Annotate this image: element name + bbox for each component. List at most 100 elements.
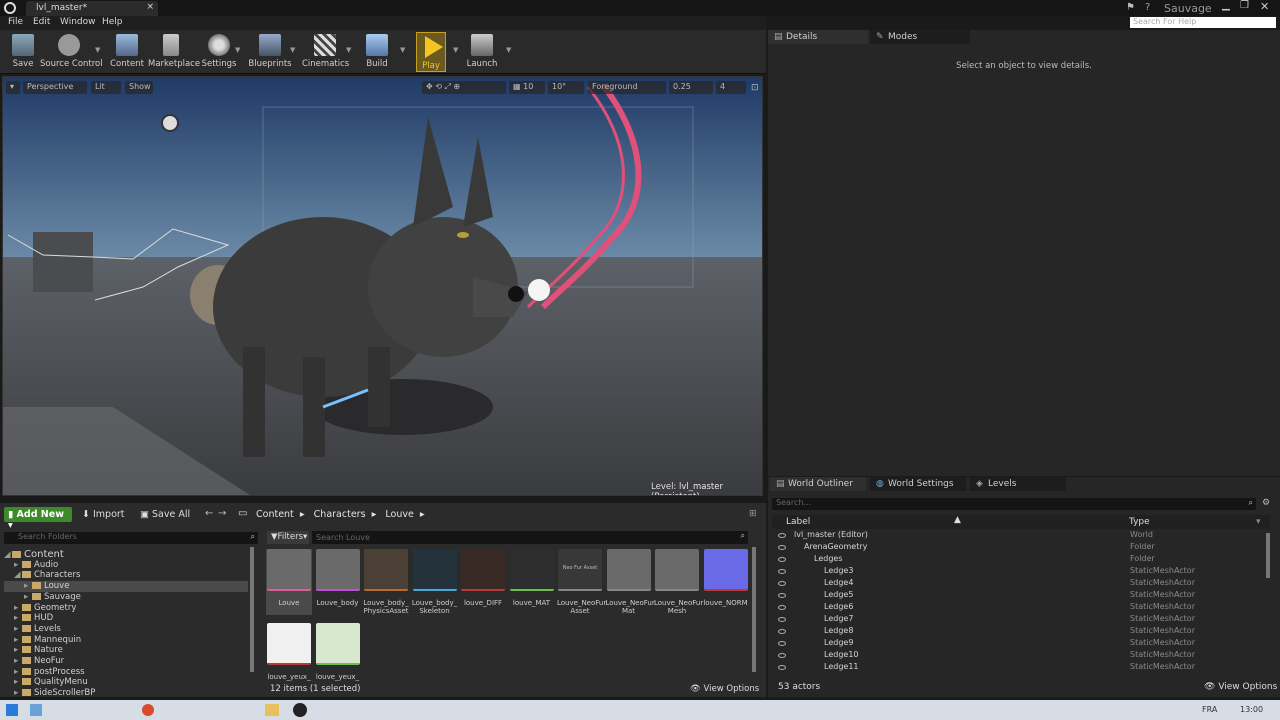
outliner-scrollbar[interactable] bbox=[1266, 533, 1270, 578]
outliner-row[interactable]: Ledge8 StaticMeshActor bbox=[772, 626, 1270, 638]
visibility-eye-icon[interactable] bbox=[778, 653, 786, 658]
outliner-row[interactable]: Ledge3 StaticMeshActor bbox=[772, 566, 1270, 578]
asset-tile[interactable]: louve_yeux_ bbox=[315, 623, 361, 689]
outliner-row[interactable]: Ledge6 StaticMeshActor bbox=[772, 602, 1270, 614]
visibility-eye-icon[interactable] bbox=[778, 569, 786, 574]
save-all-button[interactable]: ▣ Save All bbox=[140, 509, 190, 520]
folder-item[interactable]: ◢ Characters bbox=[4, 570, 248, 581]
folder-item[interactable]: ▸ SideScrollerBP bbox=[4, 688, 248, 697]
cinematics-button[interactable]: Cinematics bbox=[302, 32, 349, 72]
asset-tile[interactable]: Louve_body bbox=[315, 549, 361, 615]
visibility-eye-icon[interactable] bbox=[778, 533, 786, 538]
play-button[interactable]: Play bbox=[416, 32, 446, 72]
cinematics-dropdown-icon[interactable]: ▼ bbox=[346, 46, 351, 54]
visibility-eye-icon[interactable] bbox=[778, 617, 786, 622]
column-label[interactable]: Label bbox=[786, 517, 810, 527]
back-arrow-icon[interactable]: ← bbox=[205, 508, 213, 519]
outliner-row[interactable]: Ledge9 StaticMeshActor bbox=[772, 638, 1270, 650]
expanded-arrow-icon[interactable]: ◢ bbox=[14, 570, 22, 580]
tab-world-settings[interactable]: ◍ World Settings bbox=[870, 477, 966, 491]
tab-details[interactable]: ▤ Details bbox=[768, 30, 868, 44]
outliner-search-input[interactable]: Search... ⌕ bbox=[772, 498, 1256, 510]
viewport-scene[interactable] bbox=[3, 77, 763, 496]
help-search-input[interactable]: Search For Help bbox=[1130, 17, 1276, 28]
breadcrumb-characters[interactable]: Characters bbox=[314, 509, 366, 520]
tray-lang[interactable]: FRA bbox=[1202, 705, 1217, 714]
collapsed-arrow-icon[interactable]: ▸ bbox=[24, 581, 32, 591]
transform-tools[interactable]: ✥ ⟲ ⤢ ⊕ bbox=[422, 81, 506, 94]
grid-snap-button[interactable]: ▦ 10 bbox=[509, 81, 545, 94]
maximize-button[interactable]: ❐ bbox=[1240, 0, 1249, 11]
asset-tile[interactable]: louve_yeux_ bbox=[266, 623, 312, 689]
blueprints-dropdown-icon[interactable]: ▼ bbox=[290, 46, 295, 54]
folder-scrollbar[interactable] bbox=[250, 547, 254, 672]
expanded-arrow-icon[interactable]: ◢ bbox=[4, 550, 12, 560]
folder-item[interactable]: ▸ Sauvage bbox=[4, 592, 248, 603]
notification-icon[interactable]: ⚑ bbox=[1126, 2, 1135, 13]
blueprints-button[interactable]: Blueprints bbox=[247, 32, 293, 72]
folder-item[interactable]: ▸ Mannequin bbox=[4, 635, 248, 646]
source-control-button[interactable]: Source Control bbox=[40, 32, 103, 72]
minimize-button[interactable]: ▁ bbox=[1222, 0, 1230, 11]
build-button[interactable]: Build bbox=[354, 32, 400, 72]
outliner-row[interactable]: Ledge4 StaticMeshActor bbox=[772, 578, 1270, 590]
visibility-eye-icon[interactable] bbox=[778, 557, 786, 562]
collapsed-arrow-icon[interactable]: ▸ bbox=[14, 624, 22, 634]
outliner-row[interactable]: Ledge10 StaticMeshActor bbox=[772, 650, 1270, 662]
settings-dropdown-icon[interactable]: ▼ bbox=[235, 46, 240, 54]
level-viewport[interactable]: ▾ Perspective Lit Show ✥ ⟲ ⤢ ⊕ ▦ 10 10° … bbox=[2, 76, 763, 496]
asset-tile[interactable]: Louve bbox=[266, 549, 312, 615]
folder-item[interactable]: ◢ Content bbox=[4, 549, 248, 560]
asset-tile[interactable]: louve_MAT bbox=[509, 549, 555, 615]
view-options-button[interactable]: 👁 View Options bbox=[690, 684, 759, 694]
build-dropdown-icon[interactable]: ▼ bbox=[400, 46, 405, 54]
import-button[interactable]: ⬇ Import bbox=[82, 509, 125, 520]
collapsed-arrow-icon[interactable]: ▸ bbox=[14, 656, 22, 666]
outliner-view-options-button[interactable]: 👁 View Options bbox=[1204, 682, 1277, 692]
column-type[interactable]: Type bbox=[1129, 517, 1150, 527]
camera-speed-button[interactable]: 4 bbox=[716, 81, 746, 94]
outliner-settings-icon[interactable]: ⚙ bbox=[1262, 498, 1270, 508]
breadcrumb-content[interactable]: Content bbox=[256, 509, 294, 520]
lit-button[interactable]: Lit bbox=[91, 81, 121, 94]
outliner-row[interactable]: Ledges Folder bbox=[772, 554, 1270, 566]
source-control-dropdown-icon[interactable]: ▼ bbox=[95, 46, 100, 54]
visibility-eye-icon[interactable] bbox=[778, 665, 786, 670]
tab-levels[interactable]: ◈ Levels bbox=[970, 477, 1066, 491]
visibility-eye-icon[interactable] bbox=[778, 641, 786, 646]
tab-world-outliner[interactable]: ▤ World Outliner bbox=[770, 477, 866, 491]
collapsed-arrow-icon[interactable]: ▸ bbox=[24, 592, 32, 602]
play-dropdown-icon[interactable]: ▼ bbox=[453, 46, 458, 54]
launch-button[interactable]: Launch bbox=[459, 32, 505, 72]
column-options-icon[interactable]: ▾ bbox=[1256, 517, 1261, 527]
menu-help[interactable]: Help bbox=[102, 17, 123, 27]
tray-clock[interactable]: 13:00 bbox=[1240, 705, 1263, 714]
maximize-viewport-icon[interactable]: ⊡ bbox=[751, 83, 759, 93]
folder-item[interactable]: ▸ Nature bbox=[4, 645, 248, 656]
asset-tile[interactable]: Louve_NeoFur Mat bbox=[606, 549, 655, 615]
asset-tile[interactable]: Louve_body_ PhysicsAsset bbox=[363, 549, 409, 615]
menu-edit[interactable]: Edit bbox=[33, 17, 50, 27]
outliner-row[interactable]: lvl_master (Editor) World bbox=[772, 530, 1270, 542]
lock-icon[interactable]: ⊞ bbox=[749, 509, 757, 519]
marketplace-button[interactable]: Marketplace bbox=[148, 32, 200, 72]
menu-file[interactable]: File bbox=[8, 17, 23, 27]
foreground-button[interactable]: Foreground bbox=[588, 81, 666, 94]
outliner-row[interactable]: Ledge7 StaticMeshActor bbox=[772, 614, 1270, 626]
visibility-eye-icon[interactable] bbox=[778, 581, 786, 586]
asset-scrollbar[interactable] bbox=[752, 547, 756, 672]
asset-tile[interactable]: Louve_body_ Skeleton bbox=[412, 549, 458, 615]
collapsed-arrow-icon[interactable]: ▸ bbox=[14, 688, 22, 697]
outliner-row[interactable]: Ledge5 StaticMeshActor bbox=[772, 590, 1270, 602]
visibility-eye-icon[interactable] bbox=[778, 629, 786, 634]
collapsed-arrow-icon[interactable]: ▸ bbox=[14, 677, 22, 687]
unreal-taskbar-icon[interactable] bbox=[293, 703, 307, 717]
content-button[interactable]: Content bbox=[104, 32, 150, 72]
sky-light-sphere[interactable] bbox=[161, 114, 179, 132]
collapsed-arrow-icon[interactable]: ▸ bbox=[14, 613, 22, 623]
close-button[interactable]: ✕ bbox=[1260, 0, 1269, 13]
chrome-icon[interactable] bbox=[142, 704, 154, 716]
asset-search-input[interactable]: Search Louve ⌕ bbox=[312, 531, 748, 544]
asset-tile[interactable]: louve_NORM bbox=[703, 549, 749, 615]
asset-tile[interactable]: Neo Fur Asset Louve_NeoFur Asset bbox=[557, 549, 606, 615]
